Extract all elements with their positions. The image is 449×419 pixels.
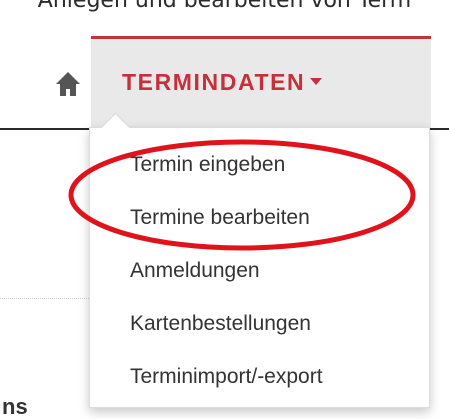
termindaten-dropdown-menu: Termin eingeben Termine bearbeiten Anmel… (89, 112, 430, 408)
menu-item-terminimport-export[interactable]: Terminimport/-export (130, 364, 323, 390)
home-icon (56, 72, 80, 96)
partial-heading: ns (2, 394, 28, 419)
content-divider (0, 298, 95, 299)
home-button[interactable] (52, 68, 84, 100)
screenshot-stage: Anlegen und bearbeiten von Term TERMINDA… (0, 0, 449, 419)
page-caption: Anlegen und bearbeiten von Term (37, 0, 412, 13)
nav-tab-termindaten[interactable]: TERMINDATEN (91, 36, 431, 128)
menu-item-anmeldungen[interactable]: Anmeldungen (130, 258, 260, 284)
menu-item-kartenbestellungen[interactable]: Kartenbestellungen (130, 311, 311, 337)
nav-tab-label: TERMINDATEN (122, 68, 323, 96)
nav-tab-text: TERMINDATEN (122, 69, 306, 95)
caret-down-icon (310, 78, 323, 86)
menu-item-termin-eingeben[interactable]: Termin eingeben (130, 152, 285, 178)
menu-item-termine-bearbeiten[interactable]: Termine bearbeiten (130, 205, 310, 231)
